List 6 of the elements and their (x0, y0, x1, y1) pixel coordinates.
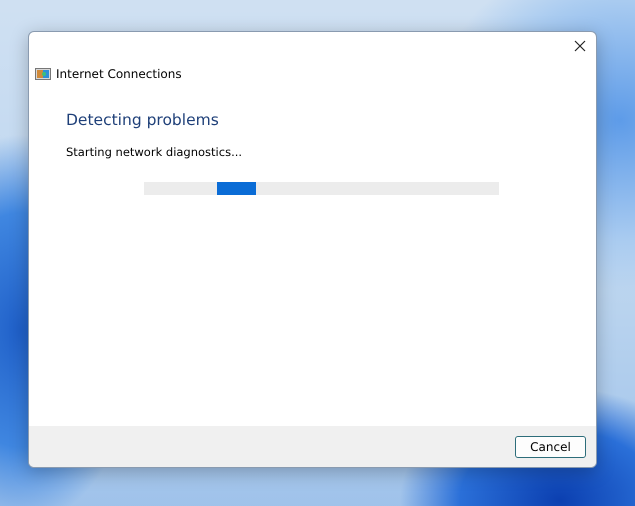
close-icon[interactable] (573, 39, 587, 53)
status-text: Starting network diagnostics... (66, 145, 244, 159)
network-icon (35, 68, 51, 80)
window-title: Internet Connections (56, 67, 182, 81)
cancel-button[interactable]: Cancel (515, 436, 586, 458)
page-heading: Detecting problems (66, 111, 220, 129)
